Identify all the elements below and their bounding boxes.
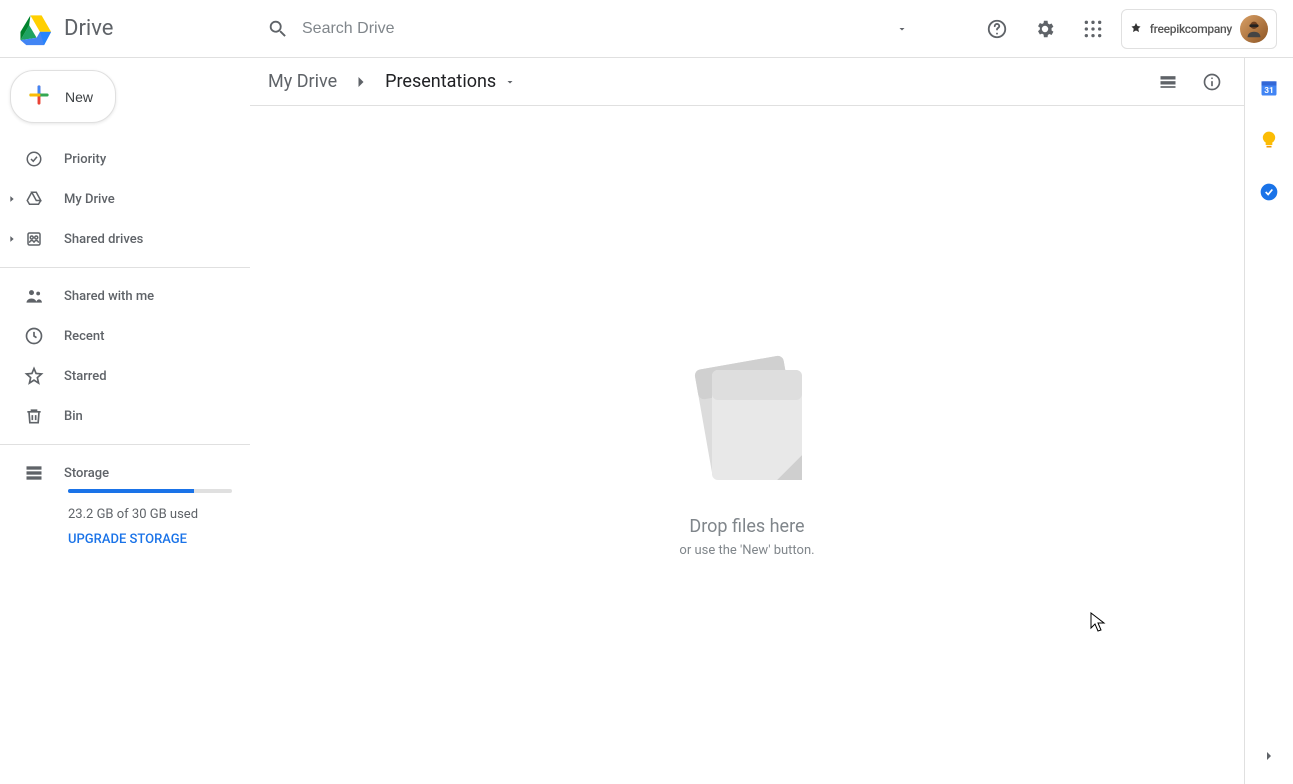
expand-icon[interactable] — [6, 233, 18, 245]
storage-bar — [68, 489, 232, 493]
new-button-label: New — [65, 89, 93, 105]
breadcrumb-root[interactable]: My Drive — [260, 67, 345, 96]
brand-icon — [1130, 19, 1142, 38]
app-body: New Priority My Drive — [0, 58, 1293, 784]
app-name: Drive — [64, 16, 113, 41]
help-icon[interactable] — [977, 9, 1017, 49]
trash-icon — [24, 406, 44, 426]
apps-grid-icon[interactable] — [1073, 9, 1113, 49]
check-circle-icon — [24, 149, 44, 169]
storage-used-text: 23.2 GB of 30 GB used — [68, 507, 232, 522]
drive-logo-icon — [16, 9, 56, 49]
side-panel-toggle[interactable] — [1261, 748, 1277, 768]
info-icon[interactable] — [1192, 62, 1232, 102]
nav-label: Recent — [64, 329, 104, 344]
empty-state[interactable]: Drop files here or use the 'New' button. — [250, 106, 1244, 784]
tasks-icon[interactable] — [1259, 182, 1279, 202]
view-actions — [1148, 62, 1232, 102]
chevron-right-icon — [351, 72, 371, 92]
breadcrumb-current-label: Presentations — [385, 71, 496, 92]
empty-illustration — [667, 332, 827, 492]
drive-icon — [24, 189, 44, 209]
nav-list-primary: Priority My Drive Shared drives — [0, 139, 250, 259]
empty-subtitle: or use the 'New' button. — [679, 543, 814, 558]
app-header: Drive — [0, 0, 1293, 58]
breadcrumb-bar: My Drive Presentations — [250, 58, 1244, 106]
nav-item-my-drive[interactable]: My Drive — [0, 179, 250, 219]
nav-item-starred[interactable]: Starred — [0, 356, 250, 396]
search-input[interactable] — [298, 20, 882, 38]
expand-icon[interactable] — [6, 193, 18, 205]
star-icon — [24, 366, 44, 386]
empty-title: Drop files here — [689, 516, 804, 537]
nav-item-priority[interactable]: Priority — [0, 139, 250, 179]
plus-icon — [25, 81, 53, 112]
storage-icon — [24, 463, 44, 483]
nav-item-storage[interactable]: Storage — [24, 453, 232, 493]
nav-item-bin[interactable]: Bin — [0, 396, 250, 436]
logo-area[interactable]: Drive — [16, 9, 250, 49]
nav-label: My Drive — [64, 192, 115, 207]
nav-label: Shared with me — [64, 289, 154, 304]
new-button[interactable]: New — [10, 70, 116, 123]
chevron-down-icon — [504, 76, 516, 88]
keep-icon[interactable] — [1259, 130, 1279, 150]
breadcrumb-current[interactable]: Presentations — [377, 67, 524, 96]
storage-label: Storage — [64, 466, 109, 481]
nav-divider — [0, 267, 250, 268]
brand-label: freepikcompany — [1150, 22, 1232, 36]
search-icon[interactable] — [258, 9, 298, 49]
search-options-dropdown[interactable] — [882, 9, 922, 49]
account-switcher[interactable]: freepikcompany — [1121, 9, 1277, 49]
nav-label: Shared drives — [64, 232, 143, 247]
nav-item-shared-drives[interactable]: Shared drives — [0, 219, 250, 259]
header-actions: freepikcompany — [977, 9, 1277, 49]
main-area: My Drive Presentations — [250, 58, 1245, 784]
settings-icon[interactable] — [1025, 9, 1065, 49]
storage-section: Storage 23.2 GB of 30 GB used UPGRADE ST… — [0, 453, 250, 547]
side-panel: 31 — [1245, 58, 1293, 784]
sidebar: New Priority My Drive — [0, 58, 250, 784]
list-view-icon[interactable] — [1148, 62, 1188, 102]
nav-item-shared-with-me[interactable]: Shared with me — [0, 276, 250, 316]
people-icon — [24, 286, 44, 306]
upgrade-storage-link[interactable]: UPGRADE STORAGE — [68, 532, 232, 547]
calendar-icon[interactable]: 31 — [1259, 78, 1279, 98]
avatar — [1240, 15, 1268, 43]
clock-icon — [24, 326, 44, 346]
nav-item-recent[interactable]: Recent — [0, 316, 250, 356]
svg-text:31: 31 — [1264, 86, 1274, 96]
search-bar[interactable] — [250, 6, 930, 52]
nav-label: Bin — [64, 409, 83, 424]
storage-fill — [68, 489, 194, 493]
nav-list-secondary: Shared with me Recent Starred Bin — [0, 276, 250, 436]
shared-drive-icon — [24, 229, 44, 249]
nav-label: Priority — [64, 152, 106, 167]
nav-divider — [0, 444, 250, 445]
nav-label: Starred — [64, 369, 107, 384]
